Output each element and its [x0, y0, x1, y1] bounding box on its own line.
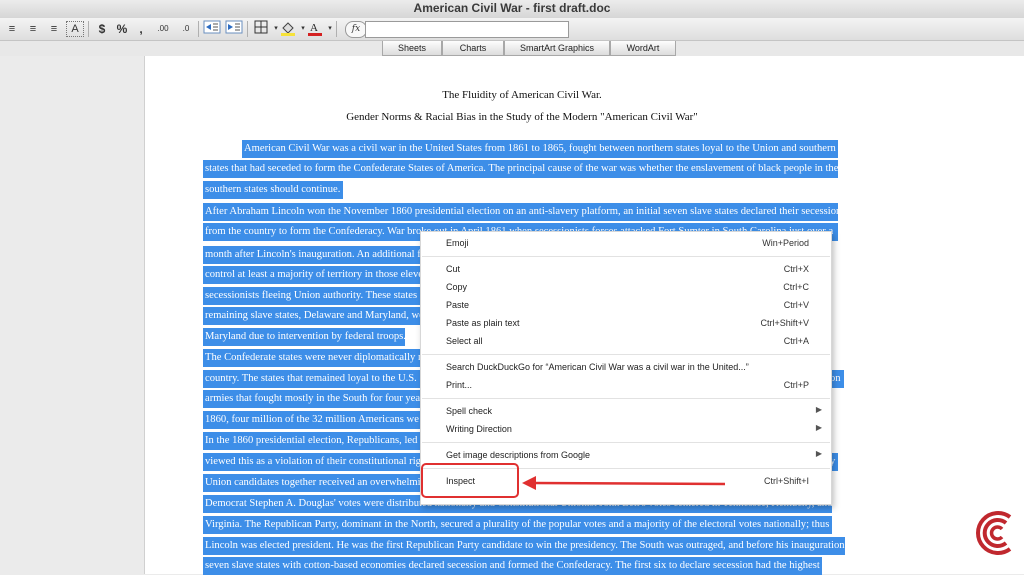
toolbar-divider	[88, 21, 89, 37]
toolbar-divider	[336, 21, 337, 37]
window-title: American Civil War - first draft.doc	[413, 1, 611, 15]
submenu-arrow-icon: ▶	[815, 405, 822, 414]
selected-text-line[interactable]: The Confederate states were never diplom…	[203, 349, 422, 367]
selected-text-line[interactable]: viewed this as a violation of their cons…	[203, 453, 422, 471]
indent-decrease-icon[interactable]	[202, 20, 222, 38]
document-margin-area	[901, 56, 1024, 574]
inspect-highlight-box	[421, 463, 519, 498]
selected-text-line[interactable]: secessionists fleeing Union authority. T…	[203, 287, 422, 305]
selected-text-line[interactable]: country. The states that remained loyal …	[203, 370, 422, 388]
menu-item-paste[interactable]: Paste Ctrl+V	[421, 297, 831, 315]
menu-item-print[interactable]: Print... Ctrl+P	[421, 377, 831, 395]
tab-sheets[interactable]: Sheets	[382, 41, 442, 56]
menu-item-search-duckduckgo[interactable]: Search DuckDuckGo for “American Civil Wa…	[421, 359, 831, 377]
document-subtitle[interactable]: Gender Norms & Racial Bias in the Study …	[144, 111, 900, 123]
align-center-icon[interactable]: ≡	[23, 20, 43, 38]
title-bar: American Civil War - first draft.doc	[0, 0, 1024, 18]
menu-separator	[422, 354, 830, 355]
tab-smartart-graphics[interactable]: SmartArt Graphics	[504, 41, 610, 56]
formula-fx-button[interactable]: fx	[345, 21, 367, 38]
selected-text-line[interactable]: seven slave states with cotton-based eco…	[203, 557, 822, 575]
increase-decimal-icon[interactable]: .00	[153, 20, 173, 38]
document-title[interactable]: The Fluidity of American Civil War.	[144, 89, 900, 101]
decrease-decimal-icon[interactable]: .0	[176, 20, 196, 38]
menu-item-copy[interactable]: Copy Ctrl+C	[421, 279, 831, 297]
toolbar-divider	[198, 21, 199, 37]
menu-item-paste-plain[interactable]: Paste as plain text Ctrl+Shift+V	[421, 315, 831, 333]
menu-item-emoji[interactable]: Emoji Win+Period	[421, 235, 831, 253]
currency-icon[interactable]: $	[92, 20, 112, 38]
selected-text-line[interactable]: Maryland due to intervention by federal …	[203, 328, 405, 346]
selected-text-line[interactable]: armies that fought mostly in the South f…	[203, 390, 422, 408]
percent-icon[interactable]: %	[112, 20, 132, 38]
formula-input[interactable]	[365, 21, 569, 38]
menu-separator	[422, 442, 830, 443]
selected-text-line[interactable]: Virginia. The Republican Party, dominant…	[203, 516, 832, 534]
menu-item-spell-check[interactable]: Spell check ▶	[421, 403, 831, 421]
red-arrow-icon	[522, 476, 726, 490]
selected-text-line[interactable]: American Civil War was a civil war in th…	[242, 140, 838, 158]
align-right-icon[interactable]: ≡	[44, 20, 64, 38]
svg-text:A: A	[310, 22, 318, 34]
selected-text-line[interactable]: remaining slave states, Delaware and Mar…	[203, 307, 422, 325]
selected-text-line[interactable]: After Abraham Lincoln won the November 1…	[203, 203, 838, 221]
selected-text-line[interactable]: month after Lincoln's inauguration. An a…	[203, 246, 422, 264]
selected-text-line[interactable]: 1860, four million of the 32 million Ame…	[203, 411, 422, 429]
indent-increase-icon[interactable]	[224, 20, 244, 38]
toolbar-divider	[247, 21, 248, 37]
selected-text-line[interactable]: In the 1860 presidential election, Repub…	[203, 432, 422, 450]
tab-charts[interactable]: Charts	[442, 41, 504, 56]
submenu-arrow-icon: ▶	[815, 449, 822, 458]
selected-text-line[interactable]: Lincoln was elected president. He was th…	[203, 537, 845, 555]
menu-separator	[422, 398, 830, 399]
tab-wordart[interactable]: WordArt	[610, 41, 676, 56]
brand-logo-icon	[976, 511, 1012, 555]
submenu-arrow-icon: ▶	[815, 423, 822, 432]
selected-text-line[interactable]: control at least a majority of territory…	[203, 266, 422, 284]
comma-icon[interactable]: ,	[131, 20, 151, 38]
menu-item-cut[interactable]: Cut Ctrl+X	[421, 261, 831, 279]
selected-text-line[interactable]: southern states should continue.	[203, 181, 343, 199]
align-left-icon[interactable]: ≡	[2, 20, 22, 38]
menu-item-writing-direction[interactable]: Writing Direction ▶	[421, 421, 831, 439]
font-color-dropdown-icon[interactable]: ▾	[320, 20, 340, 38]
menu-item-select-all[interactable]: Select all Ctrl+A	[421, 333, 831, 351]
menu-separator	[422, 256, 830, 257]
selected-text-line[interactable]: Union candidates together received an ov…	[203, 474, 422, 492]
shrink-text-icon[interactable]: A	[66, 21, 84, 37]
selected-text-line[interactable]: states that had seceded to form the Conf…	[203, 160, 838, 178]
